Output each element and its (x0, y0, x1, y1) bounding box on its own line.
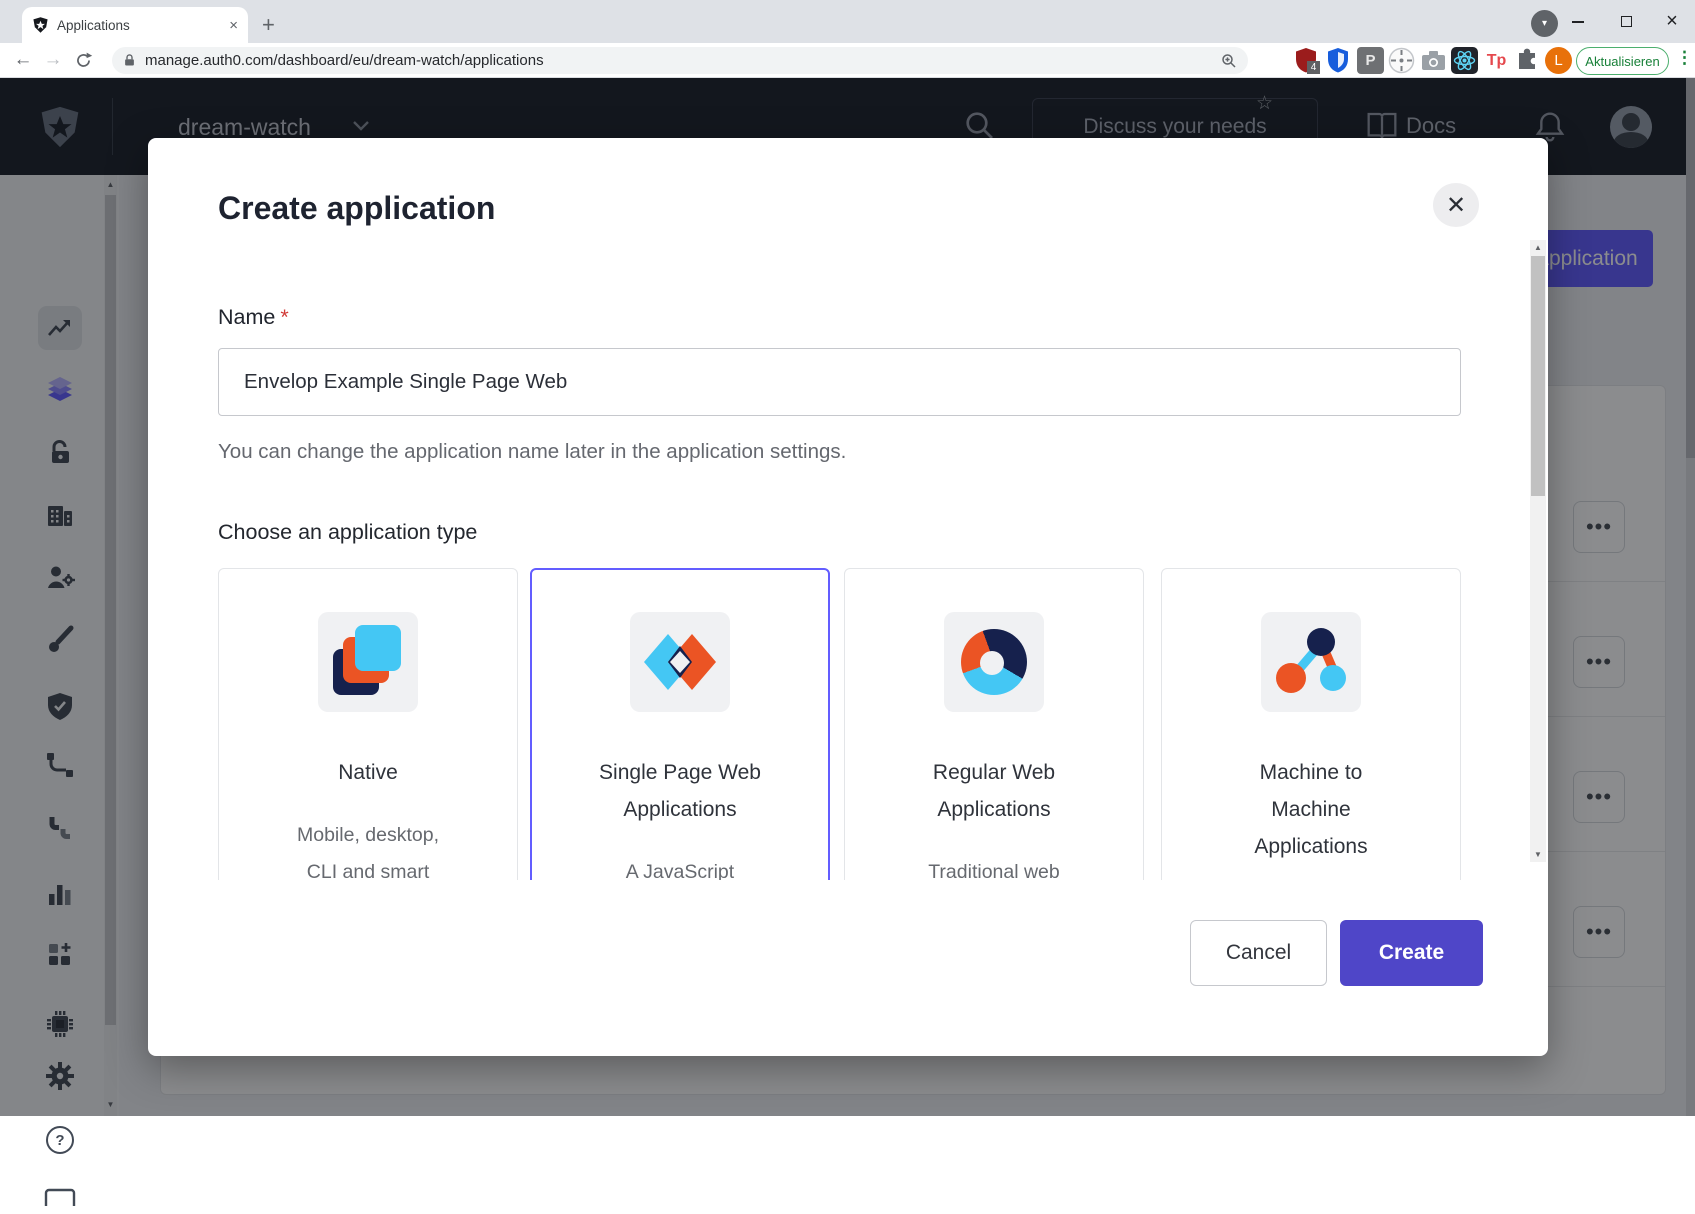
back-button[interactable]: ← (8, 49, 38, 71)
sidebar-item-help[interactable]: ? (43, 1123, 77, 1157)
sidebar-item-bottom-partial[interactable] (43, 1180, 77, 1214)
app-type-card-spa[interactable]: Single Page Web Applications A JavaScrip… (530, 568, 830, 880)
application-type-label: Choose an application type (218, 520, 477, 545)
browser-profile-chevron[interactable]: ▾ (1531, 10, 1558, 37)
browser-profile-avatar[interactable]: L (1545, 47, 1572, 74)
regular-web-icon (944, 612, 1044, 712)
new-tab-button[interactable]: + (262, 12, 275, 38)
window-close-button[interactable]: × (1652, 0, 1692, 43)
browser-tab[interactable]: Applications × (22, 7, 248, 43)
close-icon: ✕ (1446, 191, 1466, 220)
bitwarden-extension-icon[interactable] (1326, 47, 1353, 74)
app-type-card-m2m[interactable]: Machine to Machine Applications (1161, 568, 1461, 880)
chevron-down-icon: ▾ (1542, 18, 1547, 29)
modal-title: Create application (218, 190, 495, 227)
window-minimize-button[interactable] (1558, 0, 1598, 43)
tab-title: Applications (57, 18, 221, 33)
modal-scrollbar[interactable]: ▲ ▼ (1530, 240, 1546, 862)
scroll-down-arrow[interactable]: ▼ (1530, 850, 1546, 859)
required-asterisk: * (280, 305, 288, 329)
reload-button[interactable] (74, 51, 93, 70)
tab-close-icon[interactable]: × (229, 17, 238, 34)
card-description: Traditional web (889, 854, 1099, 880)
native-icon (318, 612, 418, 712)
create-button[interactable]: Create (1340, 920, 1483, 986)
window-maximize-button[interactable] (1606, 0, 1646, 43)
crosshair-extension-icon[interactable] (1388, 47, 1415, 74)
tampermonkey-extension-icon[interactable]: Tp (1483, 47, 1510, 74)
modal-scrollbar-thumb[interactable] (1531, 256, 1545, 496)
card-title: Machine to Machine Applications (1221, 754, 1401, 865)
lock-icon (122, 52, 137, 69)
card-title: Native (278, 754, 458, 791)
app-type-card-native[interactable]: Native Mobile, desktop, CLI and smart (218, 568, 518, 880)
react-devtools-extension-icon[interactable] (1451, 47, 1478, 74)
address-bar[interactable]: manage.auth0.com/dashboard/eu/dream-watc… (112, 47, 1248, 74)
partial-panel-icon (44, 1188, 76, 1206)
card-title: Single Page Web Applications (590, 754, 770, 828)
card-description: A JavaScript (575, 854, 785, 880)
create-application-modal: Create application ✕ Name* You can chang… (148, 138, 1548, 1056)
help-icon: ? (46, 1126, 74, 1154)
card-description: Mobile, desktop, CLI and smart (263, 817, 473, 880)
name-label: Name* (218, 305, 289, 330)
update-browser-button[interactable]: Aktualisieren (1576, 47, 1669, 75)
application-name-input[interactable] (218, 348, 1461, 416)
browser-tab-bar: Applications × + ▾ × (0, 0, 1695, 43)
ublock-badge: 4 (1307, 61, 1320, 74)
auth0-favicon (32, 16, 49, 34)
scroll-up-arrow[interactable]: ▲ (1530, 243, 1546, 252)
m2m-icon (1261, 612, 1361, 712)
ublock-extension-icon[interactable]: 4 (1294, 47, 1321, 74)
camera-extension-icon[interactable] (1420, 47, 1447, 74)
modal-close-button[interactable]: ✕ (1433, 183, 1479, 227)
browser-menu-icon[interactable]: ⋮ (1676, 48, 1693, 68)
url-text[interactable]: manage.auth0.com/dashboard/eu/dream-watc… (145, 52, 1212, 69)
cancel-button[interactable]: Cancel (1190, 920, 1327, 986)
name-helper-text: You can change the application name late… (218, 440, 846, 464)
bookmark-star-icon[interactable]: ☆ (1256, 92, 1273, 115)
forward-button[interactable]: → (38, 49, 68, 71)
zoom-page-icon[interactable] (1220, 52, 1238, 70)
p-extension-icon[interactable]: P (1357, 47, 1384, 74)
extensions-puzzle-icon[interactable] (1514, 47, 1541, 74)
modal-body: Name* You can change the application nam… (148, 238, 1548, 880)
spa-icon (630, 612, 730, 712)
card-title: Regular Web Applications (904, 754, 1084, 828)
app-type-card-regular-web[interactable]: Regular Web Applications Traditional web (844, 568, 1144, 880)
